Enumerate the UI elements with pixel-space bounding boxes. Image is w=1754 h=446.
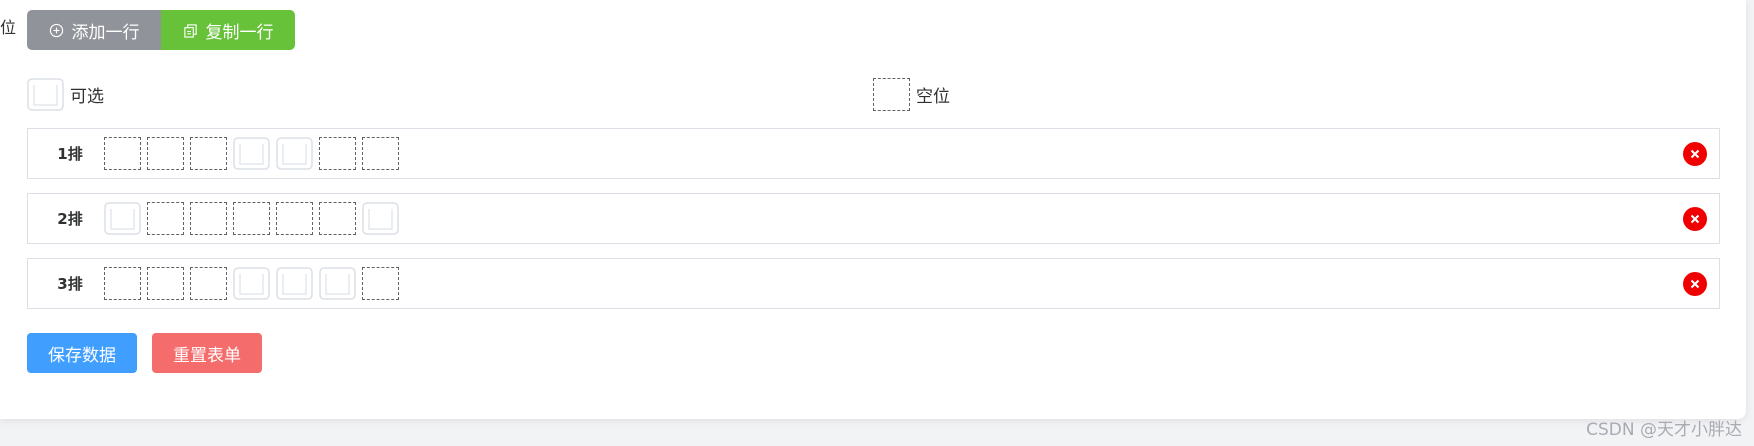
add-row-label: 添加一行	[71, 22, 140, 43]
seat-row: 2排	[27, 193, 1720, 244]
seat-list	[104, 202, 399, 235]
optional-seat[interactable]	[104, 202, 141, 235]
plus-circle-icon	[49, 23, 64, 38]
delete-row-icon[interactable]	[1683, 207, 1707, 231]
empty-seat-icon	[873, 78, 910, 111]
optional-seat[interactable]	[276, 137, 313, 170]
save-button[interactable]: 保存数据	[27, 333, 137, 373]
empty-seat[interactable]	[104, 267, 141, 300]
empty-seat[interactable]	[104, 137, 141, 170]
optional-seat[interactable]	[276, 267, 313, 300]
empty-seat[interactable]	[319, 202, 356, 235]
copy-row-button[interactable]: 复制一行	[161, 10, 295, 50]
empty-seat[interactable]	[190, 137, 227, 170]
optional-seat[interactable]	[233, 137, 270, 170]
empty-seat[interactable]	[147, 267, 184, 300]
empty-seat[interactable]	[233, 202, 270, 235]
empty-seat[interactable]	[362, 267, 399, 300]
empty-seat[interactable]	[190, 202, 227, 235]
seat-row: 3排	[27, 258, 1720, 309]
empty-seat[interactable]	[147, 137, 184, 170]
seat-editor-panel: 位 添加一行 复制一行 可选 空位 1排 2排 3排 保存数据 重置表单	[0, 0, 1746, 419]
copy-row-label: 复制一行	[205, 22, 274, 43]
empty-seat[interactable]	[276, 202, 313, 235]
empty-seat[interactable]	[362, 137, 399, 170]
empty-seat[interactable]	[190, 267, 227, 300]
optional-seat[interactable]	[233, 267, 270, 300]
row-label: 3排	[57, 275, 83, 293]
seat-list	[104, 137, 399, 170]
copy-icon	[183, 23, 198, 38]
seat-row: 1排	[27, 128, 1720, 179]
optional-seat[interactable]	[362, 202, 399, 235]
legend-optional-label: 可选	[70, 87, 104, 107]
optional-seat[interactable]	[319, 267, 356, 300]
watermark: CSDN @天才小胖达	[1586, 420, 1742, 440]
legend-optional: 可选	[27, 78, 104, 111]
delete-row-icon[interactable]	[1683, 142, 1707, 166]
row-label: 2排	[57, 210, 83, 228]
legend-empty-label: 空位	[916, 87, 950, 107]
seat-icon	[27, 78, 64, 111]
row-toolbar: 添加一行 复制一行	[27, 10, 295, 50]
reset-button[interactable]: 重置表单	[152, 333, 262, 373]
empty-seat[interactable]	[319, 137, 356, 170]
field-label: 位	[0, 18, 17, 37]
delete-row-icon[interactable]	[1683, 272, 1707, 296]
seat-list	[104, 267, 399, 300]
add-row-button[interactable]: 添加一行	[27, 10, 161, 50]
empty-seat[interactable]	[147, 202, 184, 235]
row-label: 1排	[57, 145, 83, 163]
legend-empty: 空位	[873, 78, 950, 111]
